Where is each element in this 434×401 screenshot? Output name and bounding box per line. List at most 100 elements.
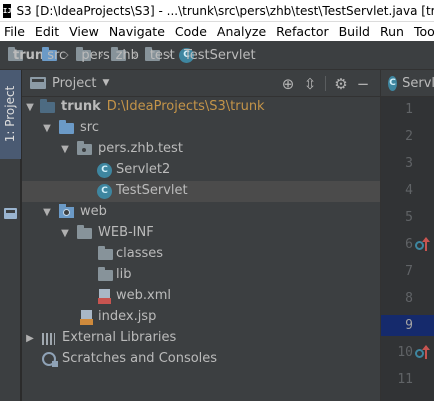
locate-icon[interactable]: ⊕ (277, 73, 299, 95)
tree-row-index-jsp[interactable]: index.jsp (22, 307, 380, 328)
menu-code[interactable]: Code (170, 24, 212, 39)
override-method-icon[interactable] (415, 237, 431, 252)
tree-label: Servlet2 (116, 162, 171, 177)
menu-bar: File Edit View Navigate Code Analyze Ref… (0, 22, 434, 41)
tree-label: classes (116, 246, 164, 261)
gutter-line: 1 (381, 99, 434, 120)
gutter-line: 10 (381, 342, 434, 363)
tree-row-servlet2[interactable]: C Servlet2 (22, 160, 380, 181)
web-folder-icon (59, 204, 74, 218)
menu-refactor[interactable]: Refactor (271, 24, 333, 39)
class-icon: C (97, 163, 112, 178)
menu-tools[interactable]: Tools (409, 24, 434, 39)
tree-label: pers.zhb.test (98, 141, 183, 156)
tree-row-src[interactable]: ▼ src (22, 118, 380, 139)
tree-row-web-xml[interactable]: web.xml (22, 286, 380, 307)
breadcrumb-label: zhb (115, 47, 139, 63)
gutter-line: 5 (381, 207, 434, 228)
menu-edit[interactable]: Edit (30, 24, 64, 39)
gutter-line: 8 (381, 288, 434, 309)
expand-arrow-icon[interactable]: ▼ (60, 144, 70, 155)
tree-label: src (80, 120, 99, 135)
libraries-icon (42, 333, 55, 345)
tree-row-scratches[interactable]: Scratches and Consoles (22, 349, 380, 370)
breadcrumb-label: src (47, 47, 67, 63)
toolbar-divider (325, 76, 326, 91)
gutter-line: 3 (381, 153, 434, 174)
line-number: 1 (405, 102, 413, 117)
editor-gutter[interactable]: 1 2 3 4 5 6 7 8 9 10 11 (381, 97, 434, 401)
override-method-icon[interactable] (415, 345, 431, 360)
class-icon: C (97, 184, 112, 199)
expand-arrow-icon[interactable]: ▼ (25, 102, 35, 113)
tree-label: External Libraries (62, 330, 177, 345)
tree-row-package[interactable]: ▼ pers.zhb.test (22, 139, 380, 160)
line-number: 11 (397, 372, 413, 387)
tree-row-external-libraries[interactable]: ▶ External Libraries (22, 328, 380, 349)
tree-label: TestServlet (116, 183, 188, 198)
project-panel: Project ▼ ⊕ ⇳ ⚙ − ▼ trunk D:\IdeaProjects… (22, 70, 380, 401)
line-number: 9 (405, 318, 413, 333)
tree-label: Scratches and Consoles (62, 351, 218, 366)
breadcrumb-item-test[interactable]: test (144, 46, 175, 63)
panel-toolbar: ⊕ ⇳ ⚙ − (277, 70, 374, 97)
collapse-icon[interactable]: ⇳ (299, 73, 321, 95)
structure-icon[interactable] (4, 208, 17, 219)
gear-icon[interactable]: ⚙ (330, 73, 352, 95)
scratches-icon (42, 352, 58, 367)
line-number: 7 (405, 264, 413, 279)
menu-build[interactable]: Build (334, 24, 375, 39)
tool-window-tab-project[interactable]: 1: Project (0, 70, 21, 159)
tree-row-web[interactable]: ▼ web (22, 202, 380, 223)
editor-tab-testservlet[interactable]: C Servl (381, 70, 434, 97)
module-folder-icon (40, 99, 55, 113)
window-title: S3 [D:\IdeaProjects\S3] - ...\trunk\src\… (16, 3, 434, 18)
project-view-selector[interactable]: Project (52, 76, 96, 91)
menu-run[interactable]: Run (375, 24, 409, 39)
tree-label: web.xml (116, 288, 171, 303)
tree-row-lib[interactable]: lib (22, 265, 380, 286)
line-number: 5 (405, 210, 413, 225)
tree-row-classes[interactable]: classes (22, 244, 380, 265)
chevron-down-icon[interactable]: ▼ (102, 78, 109, 88)
gutter-line: 7 (381, 261, 434, 282)
line-number: 3 (405, 156, 413, 171)
breadcrumb-item-zhb[interactable]: zhb (110, 46, 139, 63)
collapse-arrow-icon[interactable]: ▶ (25, 333, 35, 344)
breadcrumb-item-trunk[interactable]: trunk (8, 46, 53, 63)
breadcrumb-item-pers[interactable]: pers (76, 46, 110, 63)
breadcrumb-item-src[interactable]: src (42, 46, 66, 63)
menu-navigate[interactable]: Navigate (104, 24, 170, 39)
intellij-app-icon: IJ (3, 3, 12, 18)
expand-arrow-icon[interactable]: ▼ (42, 123, 52, 134)
expand-arrow-icon[interactable]: ▼ (60, 228, 70, 239)
breadcrumb-item-testservlet[interactable]: C TestServlet (179, 47, 256, 63)
tree-row-web-inf[interactable]: ▼ WEB-INF (22, 223, 380, 244)
menu-view[interactable]: View (64, 24, 104, 39)
menu-file[interactable]: File (0, 24, 30, 39)
line-number: 8 (405, 291, 413, 306)
expand-arrow-icon[interactable]: ▼ (42, 207, 52, 218)
line-number: 4 (405, 183, 413, 198)
menu-analyze[interactable]: Analyze (212, 24, 271, 39)
project-view-icon (30, 77, 46, 89)
breadcrumb-label: TestServlet (184, 47, 256, 63)
tree-label: WEB-INF (98, 225, 154, 240)
tree-label-path: D:\IdeaProjects\S3\trunk (106, 99, 265, 114)
tree-row-testservlet[interactable]: C TestServlet (22, 181, 380, 202)
gutter-line: 11 (381, 369, 434, 390)
class-icon: C (388, 75, 398, 91)
folder-icon (98, 246, 113, 260)
tree-row-trunk[interactable]: ▼ trunk D:\IdeaProjects\S3\trunk (22, 97, 380, 118)
gutter-line: 6 (381, 234, 434, 255)
line-number: 2 (405, 129, 413, 144)
tree-label-name: trunk (61, 99, 101, 114)
editor-area: C Servl 1 2 3 4 5 6 7 8 9 10 11 (380, 70, 434, 401)
package-icon (77, 141, 92, 155)
jsp-file-icon (80, 310, 93, 325)
breadcrumb-label: pers (81, 47, 110, 63)
hide-icon[interactable]: − (352, 73, 374, 95)
editor-tab-label: Servl (402, 75, 434, 91)
left-tool-strip: 1: Project (0, 70, 21, 401)
tree-label: lib (116, 267, 132, 282)
